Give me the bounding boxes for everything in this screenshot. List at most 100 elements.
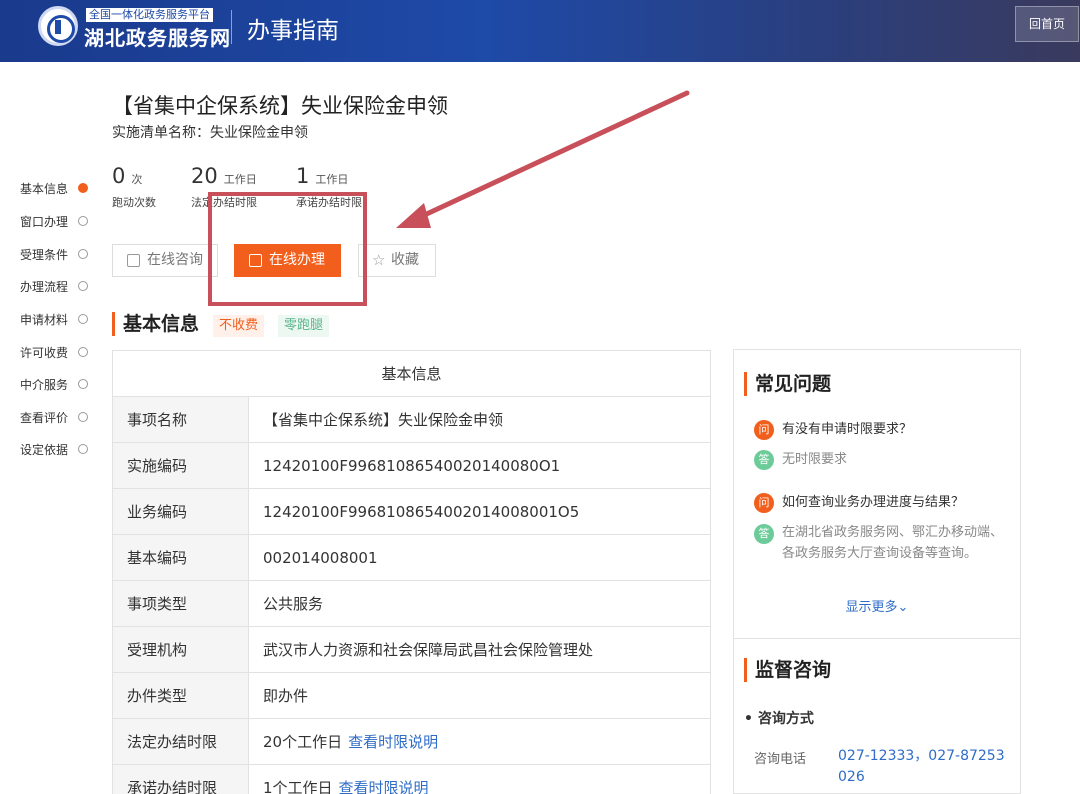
table-row: 受理机构 武汉市人力资源和社会保障局武昌社会保险管理处 bbox=[113, 627, 710, 673]
side-nav-label: 办理流程 bbox=[20, 280, 69, 294]
faq-panel: 常见问题 问 有没有申请时限要求？ 答 无时限要求 问 如何查询业务办理进度与结… bbox=[733, 349, 1021, 794]
faq-answer: 无时限要求 bbox=[782, 452, 848, 467]
row-value-text: 1个工作日 bbox=[263, 779, 333, 794]
row-key: 基本编码 bbox=[113, 535, 249, 580]
stat-visits: 0次 跑动次数 bbox=[112, 164, 156, 210]
chat-icon bbox=[127, 254, 140, 267]
side-nav-item-reviews[interactable]: 查看评价 bbox=[20, 409, 90, 425]
table-header: 基本信息 bbox=[113, 351, 710, 397]
side-nav-item-fees[interactable]: 许可收费 bbox=[20, 344, 90, 360]
online-consult-button[interactable]: 在线咨询 bbox=[112, 244, 218, 277]
phone-value[interactable]: 027-12333，027-87253026 bbox=[838, 746, 1008, 788]
question-badge-icon: 问 bbox=[754, 420, 774, 440]
row-value: 1个工作日 查看时限说明 bbox=[249, 765, 429, 794]
row-key: 实施编码 bbox=[113, 443, 249, 488]
hubei-emblem-icon[interactable] bbox=[38, 6, 78, 46]
question-badge-icon: 问 bbox=[754, 493, 774, 513]
stat-promise-unit: 工作日 bbox=[315, 173, 349, 186]
side-nav-item-basis[interactable]: 设定依据 bbox=[20, 441, 90, 457]
side-nav-dot bbox=[78, 183, 88, 193]
table-row: 业务编码 12420100F9968108654002014008001O5 bbox=[113, 489, 710, 535]
table-row: 办件类型 即办件 bbox=[113, 673, 710, 719]
side-nav-item-materials[interactable]: 申请材料 bbox=[20, 311, 90, 327]
show-more-link[interactable]: 显示更多⌄ bbox=[734, 596, 1020, 615]
favorite-button[interactable]: ☆ 收藏 bbox=[358, 244, 436, 277]
faq-title: 常见问题 bbox=[744, 372, 831, 396]
side-nav-item-agency[interactable]: 中介服务 bbox=[20, 376, 90, 392]
row-key: 事项名称 bbox=[113, 397, 249, 442]
phone-label: 咨询电话 bbox=[754, 752, 807, 767]
row-value: 公共服务 bbox=[263, 595, 324, 613]
annotation-highlight-box bbox=[208, 192, 367, 306]
side-nav-dot bbox=[78, 444, 88, 454]
side-nav-dot bbox=[78, 412, 88, 422]
panel-divider bbox=[734, 638, 1020, 639]
side-nav-label: 基本信息 bbox=[20, 182, 69, 196]
star-icon: ☆ bbox=[372, 251, 386, 269]
tag-free: 不收费 bbox=[213, 315, 265, 337]
logo-title[interactable]: 湖北政务服务网 bbox=[84, 22, 231, 51]
side-nav-dot bbox=[78, 347, 88, 357]
side-nav-label: 设定依据 bbox=[20, 443, 69, 457]
row-value: 002014008001 bbox=[263, 549, 378, 567]
tag-zero-visit: 零跑腿 bbox=[278, 315, 330, 337]
row-key: 法定办结时限 bbox=[113, 719, 249, 764]
side-nav-dot bbox=[78, 249, 88, 259]
side-nav-label: 窗口办理 bbox=[20, 215, 69, 229]
row-value: 20个工作日 查看时限说明 bbox=[249, 719, 438, 764]
answer-badge-icon: 答 bbox=[754, 524, 774, 544]
faq-question[interactable]: 如何查询业务办理进度与结果？ bbox=[782, 492, 1007, 513]
online-consult-label: 在线咨询 bbox=[147, 252, 203, 268]
side-nav-label: 查看评价 bbox=[20, 411, 69, 425]
row-key: 办件类型 bbox=[113, 673, 249, 718]
row-key: 承诺办结时限 bbox=[113, 765, 249, 794]
header-title: 办事指南 bbox=[247, 18, 339, 44]
side-nav-label: 中介服务 bbox=[20, 378, 69, 392]
row-value: 武汉市人力资源和社会保障局武昌社会保险管理处 bbox=[263, 641, 594, 659]
faq-question[interactable]: 有没有申请时限要求？ bbox=[782, 419, 1007, 440]
logo-subtitle: 全国一体化政务服务平台 bbox=[86, 8, 213, 22]
side-nav-item-basic-info[interactable]: 基本信息 bbox=[20, 180, 90, 196]
row-key: 事项类型 bbox=[113, 581, 249, 626]
answer-badge-icon: 答 bbox=[754, 450, 774, 470]
page-title: 【省集中企保系统】失业保险金申领 bbox=[112, 94, 448, 118]
row-key: 受理机构 bbox=[113, 627, 249, 672]
row-value-text: 20个工作日 bbox=[263, 733, 343, 751]
stat-visits-label: 跑动次数 bbox=[112, 196, 156, 209]
time-limit-link[interactable]: 查看时限说明 bbox=[339, 779, 429, 794]
side-nav-dot bbox=[78, 379, 88, 389]
stat-visits-unit: 次 bbox=[131, 173, 143, 186]
stat-visits-num: 0 bbox=[112, 164, 126, 188]
row-value: 即办件 bbox=[263, 687, 309, 705]
home-button[interactable]: 回首页 bbox=[1015, 6, 1079, 42]
stat-promise-num: 1 bbox=[296, 164, 310, 188]
favorite-label: 收藏 bbox=[391, 252, 419, 268]
table-row: 法定办结时限 20个工作日 查看时限说明 bbox=[113, 719, 710, 765]
basic-info-table: 基本信息 事项名称 【省集中企保系统】失业保险金申领 实施编码 12420100… bbox=[112, 350, 711, 794]
faq-answer: 在湖北省政务服务网、鄂汇办移动端、各政务服务大厅查询设备等查询。 bbox=[782, 525, 1004, 561]
table-row: 事项名称 【省集中企保系统】失业保险金申领 bbox=[113, 397, 710, 443]
table-row: 事项类型 公共服务 bbox=[113, 581, 710, 627]
consult-way-label: • 咨询方式 bbox=[744, 711, 814, 727]
table-row: 实施编码 12420100F99681086540020140080O1 bbox=[113, 443, 710, 489]
side-nav-dot bbox=[78, 216, 88, 226]
time-limit-link[interactable]: 查看时限说明 bbox=[348, 733, 438, 751]
row-value: 12420100F9968108654002014008001O5 bbox=[263, 503, 580, 521]
header-divider bbox=[231, 10, 232, 44]
table-row: 基本编码 002014008001 bbox=[113, 535, 710, 581]
page-subtitle: 实施清单名称：失业保险金申领 bbox=[112, 125, 308, 141]
side-nav-item-conditions[interactable]: 受理条件 bbox=[20, 246, 90, 262]
table-row: 承诺办结时限 1个工作日 查看时限说明 bbox=[113, 765, 710, 794]
stat-legal-unit: 工作日 bbox=[223, 173, 257, 186]
row-value: 12420100F99681086540020140080O1 bbox=[263, 457, 561, 475]
side-nav-item-window[interactable]: 窗口办理 bbox=[20, 213, 90, 229]
row-key: 业务编码 bbox=[113, 489, 249, 534]
side-nav-item-process[interactable]: 办理流程 bbox=[20, 278, 90, 294]
side-nav-dot bbox=[78, 314, 88, 324]
section-title: 基本信息 bbox=[112, 312, 199, 336]
top-header: 全国一体化政务服务平台 湖北政务服务网 办事指南 回首页 bbox=[0, 0, 1080, 62]
side-nav-dot bbox=[78, 281, 88, 291]
stat-legal-num: 20 bbox=[191, 164, 218, 188]
row-value: 【省集中企保系统】失业保险金申领 bbox=[263, 411, 504, 429]
side-nav-label: 申请材料 bbox=[20, 313, 69, 327]
